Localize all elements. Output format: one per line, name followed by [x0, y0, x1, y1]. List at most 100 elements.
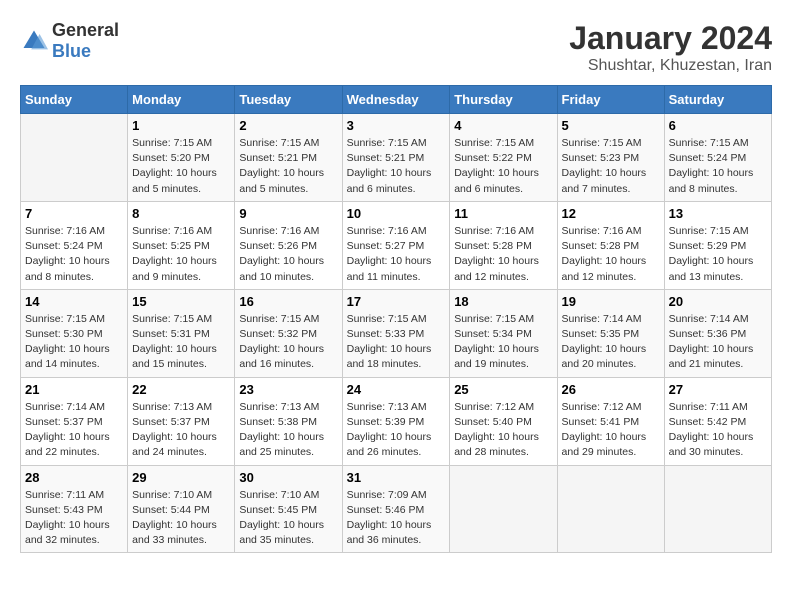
- day-info: Sunrise: 7:15 AMSunset: 5:20 PMDaylight:…: [132, 136, 230, 197]
- day-number: 30: [239, 470, 337, 485]
- day-info: Sunrise: 7:14 AMSunset: 5:37 PMDaylight:…: [25, 400, 123, 461]
- day-header-friday: Friday: [557, 86, 664, 114]
- day-cell: 16 Sunrise: 7:15 AMSunset: 5:32 PMDayligh…: [235, 289, 342, 377]
- day-number: 3: [347, 118, 446, 133]
- day-number: 29: [132, 470, 230, 485]
- calendar-subtitle: Shushtar, Khuzestan, Iran: [569, 57, 772, 75]
- day-number: 11: [454, 206, 552, 221]
- day-info: Sunrise: 7:15 AMSunset: 5:24 PMDaylight:…: [669, 136, 767, 197]
- day-number: 31: [347, 470, 446, 485]
- day-number: 25: [454, 382, 552, 397]
- week-row-4: 21 Sunrise: 7:14 AMSunset: 5:37 PMDayligh…: [21, 377, 772, 465]
- day-cell: 21 Sunrise: 7:14 AMSunset: 5:37 PMDayligh…: [21, 377, 128, 465]
- day-info: Sunrise: 7:15 AMSunset: 5:34 PMDaylight:…: [454, 312, 552, 373]
- day-number: 4: [454, 118, 552, 133]
- day-cell: 2Sunrise: 7:15 AMSunset: 5:21 PMDaylight…: [235, 114, 342, 202]
- day-cell: 7Sunrise: 7:16 AMSunset: 5:24 PMDaylight…: [21, 201, 128, 289]
- day-cell: 3 Sunrise: 7:15 AMSunset: 5:21 PMDaylight…: [342, 114, 450, 202]
- day-number: 19: [562, 294, 660, 309]
- day-info: Sunrise: 7:14 AMSunset: 5:36 PMDaylight:…: [669, 312, 767, 373]
- day-cell: [450, 465, 557, 553]
- day-cell: 8Sunrise: 7:16 AMSunset: 5:25 PMDaylight…: [128, 201, 235, 289]
- day-info: Sunrise: 7:13 AMSunset: 5:37 PMDaylight:…: [132, 400, 230, 461]
- day-number: 28: [25, 470, 123, 485]
- day-cell: [664, 465, 771, 553]
- calendar-title: January 2024: [569, 20, 772, 57]
- day-cell: 17Sunrise: 7:15 AMSunset: 5:33 PMDayligh…: [342, 289, 450, 377]
- week-row-2: 7Sunrise: 7:16 AMSunset: 5:24 PMDaylight…: [21, 201, 772, 289]
- week-row-5: 28Sunrise: 7:11 AMSunset: 5:43 PMDayligh…: [21, 465, 772, 553]
- day-number: 9: [239, 206, 337, 221]
- day-number: 10: [347, 206, 446, 221]
- logo: General Blue: [20, 20, 119, 62]
- day-number: 15: [132, 294, 230, 309]
- day-number: 16: [239, 294, 337, 309]
- day-cell: 11 Sunrise: 7:16 AMSunset: 5:28 PMDayligh…: [450, 201, 557, 289]
- day-header-wednesday: Wednesday: [342, 86, 450, 114]
- day-info: Sunrise: 7:14 AMSunset: 5:35 PMDaylight:…: [562, 312, 660, 373]
- day-info: Sunrise: 7:11 AMSunset: 5:42 PMDaylight:…: [669, 400, 767, 461]
- day-cell: 5 Sunrise: 7:15 AMSunset: 5:23 PMDaylight…: [557, 114, 664, 202]
- day-info: Sunrise: 7:12 AMSunset: 5:40 PMDaylight:…: [454, 400, 552, 461]
- day-cell: 9 Sunrise: 7:16 AMSunset: 5:26 PMDaylight…: [235, 201, 342, 289]
- day-info: Sunrise: 7:16 AMSunset: 5:27 PMDaylight:…: [347, 224, 446, 285]
- day-number: 1: [132, 118, 230, 133]
- day-cell: [21, 114, 128, 202]
- day-number: 27: [669, 382, 767, 397]
- day-cell: 24 Sunrise: 7:13 AMSunset: 5:39 PMDayligh…: [342, 377, 450, 465]
- day-cell: 19 Sunrise: 7:14 AMSunset: 5:35 PMDayligh…: [557, 289, 664, 377]
- logo-general: General: [52, 20, 119, 40]
- title-block: January 2024 Shushtar, Khuzestan, Iran: [569, 20, 772, 75]
- day-cell: 28Sunrise: 7:11 AMSunset: 5:43 PMDayligh…: [21, 465, 128, 553]
- day-cell: 4 Sunrise: 7:15 AMSunset: 5:22 PMDaylight…: [450, 114, 557, 202]
- page-header: General Blue January 2024 Shushtar, Khuz…: [20, 20, 772, 75]
- day-number: 17: [347, 294, 446, 309]
- day-info: Sunrise: 7:16 AMSunset: 5:28 PMDaylight:…: [454, 224, 552, 285]
- day-cell: 18 Sunrise: 7:15 AMSunset: 5:34 PMDayligh…: [450, 289, 557, 377]
- day-header-monday: Monday: [128, 86, 235, 114]
- day-cell: 6Sunrise: 7:15 AMSunset: 5:24 PMDaylight…: [664, 114, 771, 202]
- day-info: Sunrise: 7:15 AMSunset: 5:30 PMDaylight:…: [25, 312, 123, 373]
- day-cell: 13 Sunrise: 7:15 AMSunset: 5:29 PMDayligh…: [664, 201, 771, 289]
- week-row-3: 14 Sunrise: 7:15 AMSunset: 5:30 PMDayligh…: [21, 289, 772, 377]
- day-number: 20: [669, 294, 767, 309]
- day-info: Sunrise: 7:13 AMSunset: 5:38 PMDaylight:…: [239, 400, 337, 461]
- day-number: 22: [132, 382, 230, 397]
- day-cell: 1 Sunrise: 7:15 AMSunset: 5:20 PMDaylight…: [128, 114, 235, 202]
- day-number: 21: [25, 382, 123, 397]
- day-info: Sunrise: 7:09 AMSunset: 5:46 PMDaylight:…: [347, 488, 446, 549]
- week-row-1: 1 Sunrise: 7:15 AMSunset: 5:20 PMDaylight…: [21, 114, 772, 202]
- day-number: 14: [25, 294, 123, 309]
- day-info: Sunrise: 7:15 AMSunset: 5:23 PMDaylight:…: [562, 136, 660, 197]
- day-info: Sunrise: 7:16 AMSunset: 5:26 PMDaylight:…: [239, 224, 337, 285]
- day-cell: 31 Sunrise: 7:09 AMSunset: 5:46 PMDayligh…: [342, 465, 450, 553]
- day-number: 13: [669, 206, 767, 221]
- day-number: 24: [347, 382, 446, 397]
- day-number: 26: [562, 382, 660, 397]
- day-info: Sunrise: 7:13 AMSunset: 5:39 PMDaylight:…: [347, 400, 446, 461]
- day-info: Sunrise: 7:12 AMSunset: 5:41 PMDaylight:…: [562, 400, 660, 461]
- day-info: Sunrise: 7:16 AMSunset: 5:28 PMDaylight:…: [562, 224, 660, 285]
- day-cell: 15 Sunrise: 7:15 AMSunset: 5:31 PMDayligh…: [128, 289, 235, 377]
- day-info: Sunrise: 7:15 AMSunset: 5:22 PMDaylight:…: [454, 136, 552, 197]
- day-info: Sunrise: 7:10 AMSunset: 5:44 PMDaylight:…: [132, 488, 230, 549]
- day-number: 7: [25, 206, 123, 221]
- day-number: 18: [454, 294, 552, 309]
- day-cell: 20 Sunrise: 7:14 AMSunset: 5:36 PMDayligh…: [664, 289, 771, 377]
- day-cell: 25 Sunrise: 7:12 AMSunset: 5:40 PMDayligh…: [450, 377, 557, 465]
- day-number: 5: [562, 118, 660, 133]
- day-number: 23: [239, 382, 337, 397]
- day-cell: 29 Sunrise: 7:10 AMSunset: 5:44 PMDayligh…: [128, 465, 235, 553]
- day-cell: 26 Sunrise: 7:12 AMSunset: 5:41 PMDayligh…: [557, 377, 664, 465]
- day-info: Sunrise: 7:15 AMSunset: 5:21 PMDaylight:…: [347, 136, 446, 197]
- day-cell: [557, 465, 664, 553]
- day-cell: 23 Sunrise: 7:13 AMSunset: 5:38 PMDayligh…: [235, 377, 342, 465]
- day-info: Sunrise: 7:15 AMSunset: 5:21 PMDaylight:…: [239, 136, 337, 197]
- day-cell: 22 Sunrise: 7:13 AMSunset: 5:37 PMDayligh…: [128, 377, 235, 465]
- day-cell: 10 Sunrise: 7:16 AMSunset: 5:27 PMDayligh…: [342, 201, 450, 289]
- day-info: Sunrise: 7:15 AMSunset: 5:32 PMDaylight:…: [239, 312, 337, 373]
- day-info: Sunrise: 7:15 AMSunset: 5:31 PMDaylight:…: [132, 312, 230, 373]
- day-info: Sunrise: 7:15 AMSunset: 5:29 PMDaylight:…: [669, 224, 767, 285]
- day-info: Sunrise: 7:16 AMSunset: 5:25 PMDaylight:…: [132, 224, 230, 285]
- day-header-sunday: Sunday: [21, 86, 128, 114]
